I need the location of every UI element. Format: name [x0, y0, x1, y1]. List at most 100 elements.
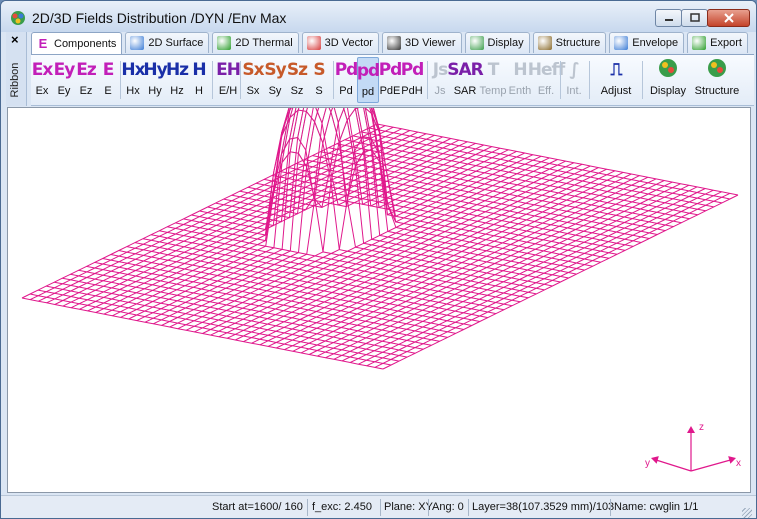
- tab-export[interactable]: Export: [687, 32, 748, 53]
- tab-2d-surface[interactable]: 2D Surface: [125, 32, 210, 53]
- component-glyph-icon: ∫: [569, 60, 579, 80]
- status-divider: [428, 499, 429, 516]
- z-axis-label: z: [699, 422, 704, 433]
- mesh-line-v: [169, 105, 525, 328]
- component-button-sx[interactable]: Sx Sx: [242, 57, 264, 103]
- export-icon: [692, 36, 707, 50]
- component-button-eff-[interactable]: Heff Eff.: [528, 57, 566, 103]
- component-button-pd[interactable]: pd pd: [357, 57, 380, 103]
- tab-label: 2D Thermal: [235, 37, 293, 49]
- component-glyph-icon: T: [487, 60, 500, 80]
- tab-components[interactable]: E Components: [31, 32, 123, 55]
- component-glyph-icon: EH: [216, 60, 241, 80]
- window-title: 2D/3D Fields Distribution /DYN /Env Max: [32, 10, 287, 26]
- component-button-e-h[interactable]: EH E/H: [214, 57, 242, 103]
- component-button-structure[interactable]: Structure: [692, 57, 742, 103]
- tab-label: Envelope: [632, 37, 679, 49]
- component-button-display[interactable]: Display: [647, 57, 689, 103]
- mesh-surface-plot[interactable]: z x y: [8, 52, 750, 492]
- component-button-e[interactable]: EE: [97, 57, 119, 103]
- component-button-hy[interactable]: Hy Hy: [143, 57, 167, 103]
- button-label: S: [315, 85, 323, 97]
- component-button-sy[interactable]: Sy Sy: [264, 57, 286, 103]
- component-glyph-icon: Sx: [242, 60, 264, 80]
- plot-canvas[interactable]: z x y: [7, 52, 751, 493]
- minimize-icon: [664, 19, 673, 21]
- component-button-ex[interactable]: Ex Ex: [31, 57, 54, 103]
- button-label: Enth: [508, 85, 532, 97]
- status-divider: [610, 499, 611, 516]
- toolbar-separator: [212, 61, 213, 99]
- button-label: Hx: [126, 85, 140, 97]
- component-button-adjust[interactable]: ⎍ Adjust: [595, 57, 637, 103]
- thermal-icon: [217, 36, 232, 50]
- status-plane: Plane: XY: [384, 501, 433, 513]
- component-button-ey[interactable]: Ey Ey: [53, 57, 76, 103]
- tab-label: Export: [710, 37, 742, 49]
- component-button-ez[interactable]: Ez Ez: [75, 57, 97, 103]
- component-glyph-icon: Sz: [286, 60, 308, 80]
- surface-icon: [130, 36, 145, 50]
- toolbar-separator: [589, 61, 590, 99]
- component-glyph-icon: ⎍: [610, 60, 623, 80]
- component-button-h[interactable]: HH: [188, 57, 210, 103]
- toolbar-separator: [642, 61, 643, 99]
- component-glyph-icon: Sy: [264, 60, 286, 80]
- component-button-s[interactable]: SS: [308, 57, 330, 103]
- button-label: Adjust: [600, 85, 632, 97]
- button-label: Hy: [148, 85, 162, 97]
- window-controls: [655, 9, 750, 27]
- button-label: Ez: [79, 85, 93, 97]
- component-button-hz[interactable]: Hz Hz: [166, 57, 189, 103]
- component-button-pde[interactable]: Pd PdE: [379, 57, 403, 103]
- ribbon-close-button[interactable]: ×: [11, 32, 19, 47]
- tab-structure[interactable]: Structure: [532, 32, 607, 53]
- component-glyph-icon: Pd: [400, 60, 425, 80]
- status-layer: Layer=38(107.3529 mm)/103: [472, 501, 615, 513]
- component-button-pd[interactable]: Pd Pd: [335, 57, 359, 103]
- button-label: Pd: [339, 85, 353, 97]
- ribbon-label: Ribbon: [9, 62, 21, 98]
- component-button-pdh[interactable]: Pd PdH: [400, 57, 425, 103]
- tab-label: Components: [54, 38, 117, 50]
- tab-label: 3D Viewer: [404, 37, 456, 49]
- tab-envelope[interactable]: Envelope: [609, 32, 685, 53]
- maximize-button[interactable]: [681, 9, 708, 27]
- ribbon-tabs: E Components 2D Surface 2D Thermal 3D Vector…: [31, 32, 751, 55]
- tab-3d-vector[interactable]: 3D Vector: [301, 32, 379, 53]
- component-button-sz[interactable]: Sz Sz: [286, 57, 308, 103]
- resize-grip[interactable]: [742, 508, 752, 518]
- envelope-icon: [614, 36, 629, 50]
- button-label: Ey: [57, 85, 71, 97]
- button-label: H: [195, 85, 203, 97]
- app-window: 2D/3D Fields Distribution /DYN /Env Max …: [0, 0, 757, 519]
- tab-label: Structure: [555, 37, 601, 49]
- component-button-int-[interactable]: ∫ Int.: [562, 57, 586, 103]
- component-button-temp[interactable]: T Temp: [479, 57, 507, 103]
- button-label: Display: [649, 85, 687, 97]
- component-glyph-icon: Ez: [76, 60, 96, 80]
- e-letter-icon: E: [38, 36, 48, 51]
- tab-2d-thermal[interactable]: 2D Thermal: [212, 32, 299, 53]
- button-label: Sy: [268, 85, 282, 97]
- tab-3d-viewer[interactable]: 3D Viewer: [381, 32, 462, 53]
- title-bar[interactable]: 2D/3D Fields Distribution /DYN /Env Max: [1, 1, 756, 32]
- button-label: Sx: [246, 85, 260, 97]
- button-label: pd: [361, 86, 375, 98]
- button-label: Hz: [170, 85, 184, 97]
- tab-display[interactable]: Display: [464, 32, 530, 53]
- component-button-hx[interactable]: Hx Hx: [121, 57, 145, 103]
- app-icon: [11, 11, 25, 25]
- toolbar-separator: [120, 61, 121, 99]
- x-axis-label: x: [736, 458, 741, 469]
- tab-label: 3D Vector: [324, 37, 373, 49]
- close-button[interactable]: [707, 9, 750, 27]
- component-glyph-icon: SAR: [447, 60, 483, 80]
- status-ang: Ang: 0: [432, 501, 464, 513]
- button-label: Eff.: [537, 85, 555, 97]
- component-glyph-icon: Ey: [53, 60, 76, 80]
- status-divider: [380, 499, 381, 516]
- component-button-sar[interactable]: SAR SAR: [447, 57, 483, 103]
- minimize-button[interactable]: [655, 9, 682, 27]
- status-divider: [307, 499, 308, 516]
